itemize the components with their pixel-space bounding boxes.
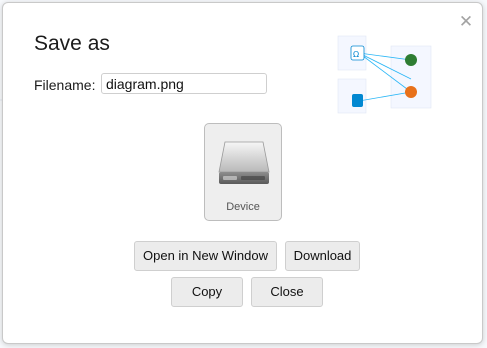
- download-button[interactable]: Download: [285, 241, 360, 271]
- device-option-button[interactable]: Device: [204, 123, 282, 221]
- hard-drive-icon: [218, 141, 270, 184]
- save-as-dialog: ✕ Save as Filename: Ω: [2, 2, 483, 344]
- preview-node-green: [405, 54, 417, 66]
- preview-node-orange: [405, 86, 417, 98]
- filename-input[interactable]: [101, 73, 267, 94]
- dialog-title: Save as: [34, 32, 110, 55]
- diagram-preview-thumbnail: Ω: [337, 35, 432, 114]
- svg-text:Ω: Ω: [353, 50, 359, 59]
- filename-label: Filename:: [34, 77, 96, 93]
- copy-button[interactable]: Copy: [171, 277, 243, 307]
- device-label: Device: [226, 201, 260, 213]
- preview-node-database: [352, 94, 363, 107]
- close-button[interactable]: Close: [251, 277, 323, 307]
- close-icon[interactable]: ✕: [458, 13, 474, 30]
- open-in-new-window-button[interactable]: Open in New Window: [134, 241, 277, 271]
